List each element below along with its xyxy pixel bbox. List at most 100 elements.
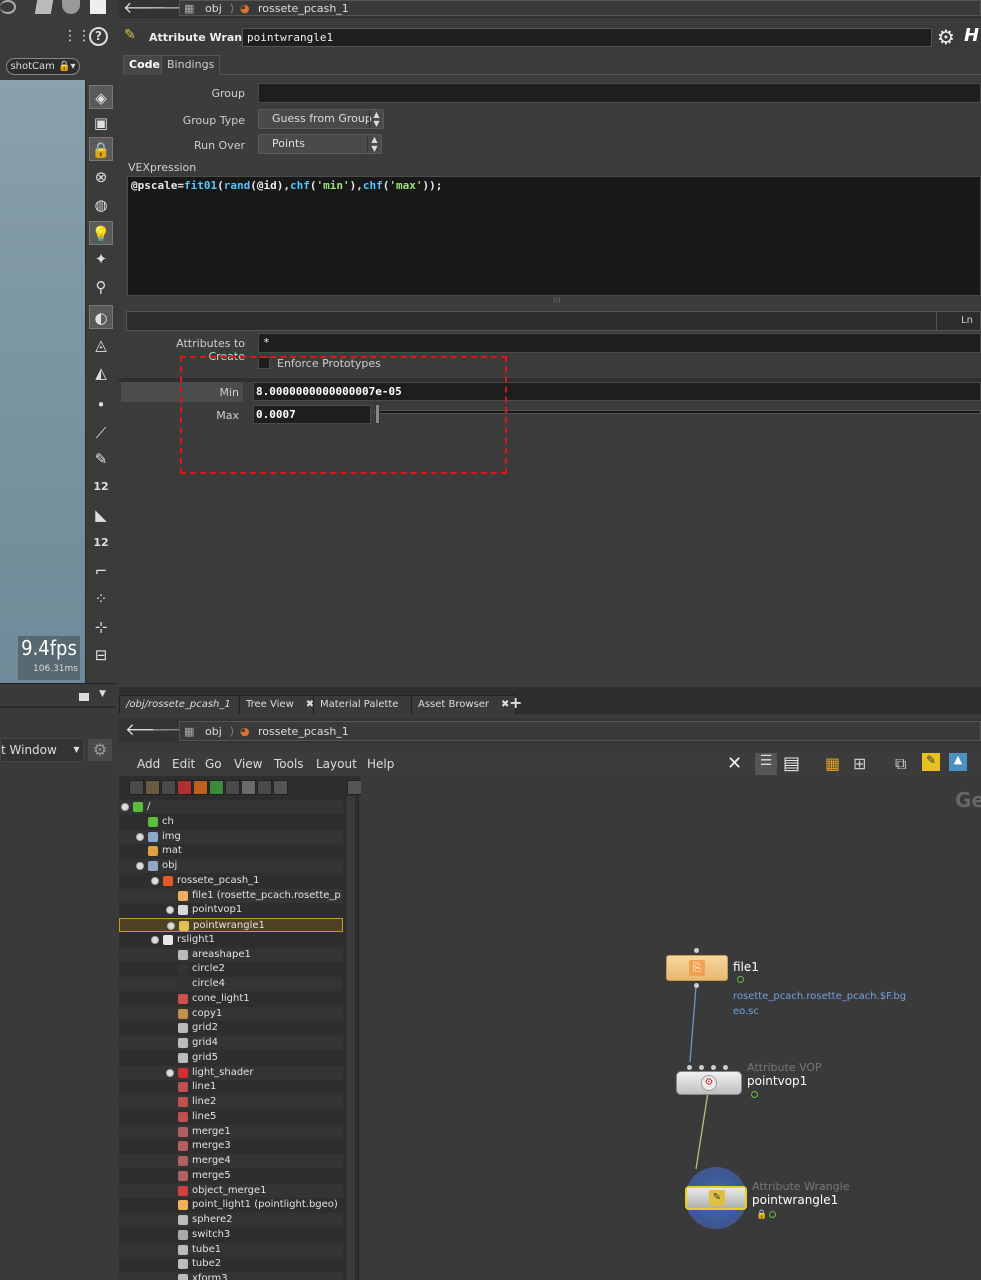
menu-add[interactable]: Add — [137, 755, 160, 773]
help-icon[interactable]: ? — [89, 27, 108, 46]
numbers-icon[interactable]: 12 — [89, 475, 113, 499]
tree-item[interactable]: mat — [119, 844, 343, 858]
node-output[interactable] — [694, 983, 699, 988]
snap-icon[interactable]: ⊹ — [89, 615, 113, 639]
run-over-menu[interactable]: Points ▲ ▼ — [258, 134, 382, 154]
sphere-tool-icon[interactable] — [62, 0, 80, 14]
filter-icon[interactable] — [129, 780, 144, 795]
pen-icon[interactable]: ✎ — [89, 447, 113, 471]
display-options-icon[interactable]: ◈ — [89, 85, 113, 109]
tab-tree-view[interactable]: Tree View ✖ — [239, 695, 322, 714]
tree-item[interactable]: line5 — [119, 1110, 343, 1124]
tree-item[interactable]: grid5 — [119, 1051, 343, 1065]
lightbulb-icon[interactable]: 💡 — [89, 221, 113, 245]
expand-toggle-icon[interactable] — [167, 922, 175, 930]
breadcrumb-obj[interactable]: obj — [205, 1, 222, 17]
tab-network[interactable]: /obj/rossete_pcash_1✖ — [119, 695, 259, 714]
menu-tools[interactable]: Tools — [274, 755, 304, 773]
numbers-eraser-icon[interactable]: 12 — [89, 531, 113, 555]
node-input[interactable] — [694, 948, 699, 953]
tree-item[interactable]: obj — [119, 859, 343, 873]
eye-visibility-icon[interactable]: ◭ — [89, 361, 113, 385]
color-palette-icon[interactable]: ▦ — [825, 754, 840, 773]
chevron-down-icon[interactable]: ▼ — [99, 689, 106, 699]
curve-icon[interactable]: ⌐ — [89, 559, 113, 583]
tree-item[interactable]: ch — [119, 815, 343, 829]
tree-item[interactable]: img — [119, 829, 343, 844]
handles-icon[interactable]: ⋮⋮ — [63, 28, 91, 44]
filter-icon[interactable] — [193, 780, 208, 795]
tree-item[interactable]: rossete_pcash_1 — [119, 874, 343, 888]
menu-go[interactable]: Go — [205, 755, 222, 773]
lock-camera-icon[interactable]: 🔒 — [89, 137, 113, 161]
tree-item[interactable]: tube2 — [119, 1257, 343, 1271]
tree-item[interactable]: pointvop1 — [119, 903, 343, 917]
white-square-icon[interactable] — [79, 693, 89, 701]
expand-toggle-icon[interactable] — [151, 876, 159, 885]
expand-toggle-icon[interactable] — [136, 832, 144, 841]
network-box-icon[interactable]: ⧉ — [895, 754, 906, 774]
menu-layout[interactable]: Layout — [316, 755, 357, 773]
eye-tool-icon[interactable]: ◬ — [89, 333, 113, 357]
tree-item[interactable]: merge4 — [119, 1154, 343, 1168]
light-linker-icon[interactable]: ⚲ — [89, 275, 113, 299]
filter-icon[interactable] — [161, 780, 176, 795]
tree-item[interactable]: merge3 — [119, 1139, 343, 1153]
expand-toggle-icon[interactable] — [121, 803, 129, 811]
attributes-field[interactable]: * — [258, 333, 981, 353]
tab-asset-browser[interactable]: Asset Browser ✖ — [411, 695, 517, 714]
tree-item[interactable]: merge1 — [119, 1124, 343, 1139]
node-input[interactable] — [699, 1065, 704, 1070]
tree-item[interactable]: line2 — [119, 1095, 343, 1109]
gear-icon[interactable]: ⚙ — [88, 739, 112, 761]
tree-item[interactable]: point_light1 (pointlight.bgeo) — [119, 1198, 343, 1212]
node-input[interactable] — [687, 1065, 692, 1070]
close-circle-icon[interactable]: ⊗ — [89, 165, 113, 189]
tab-material-palette[interactable]: Material Palette✖ — [313, 695, 426, 714]
tree-item[interactable]: grid2 — [119, 1021, 343, 1035]
tree-item[interactable]: grid4 — [119, 1036, 343, 1050]
menu-edit[interactable]: Edit — [172, 755, 195, 773]
resize-grip-icon[interactable]: ⁝⁝⁝ — [553, 297, 563, 308]
tree-item[interactable]: file1 (rosette_pcach.rosette_p — [119, 888, 343, 903]
expand-toggle-icon[interactable] — [166, 906, 174, 915]
white-square-icon[interactable] — [90, 0, 106, 14]
shading-ball-icon[interactable]: ◐ — [89, 305, 113, 329]
tab-code[interactable]: Code — [123, 55, 166, 75]
tree-item[interactable]: light_shader — [119, 1065, 343, 1080]
tree-item[interactable]: areashape1 — [119, 947, 343, 962]
filter-icon[interactable] — [241, 780, 256, 795]
grid-icon[interactable]: ⊞ — [853, 754, 866, 773]
filter-icon[interactable] — [273, 780, 288, 795]
tree-item[interactable]: switch3 — [119, 1228, 343, 1242]
tree-list-icon[interactable]: ☰ — [755, 753, 777, 775]
filter-icon[interactable] — [257, 780, 272, 795]
grid-toggle-icon[interactable]: ⊟ — [89, 643, 113, 667]
tree-item[interactable]: rslight1 — [119, 933, 343, 947]
tab-bindings[interactable]: Bindings — [161, 55, 221, 75]
filter-icon[interactable] — [145, 780, 160, 795]
camera-menu[interactable]: shotCam 🔒▾ — [6, 58, 80, 75]
tree-item[interactable]: cone_light1 — [119, 992, 343, 1006]
ghost-icon[interactable]: ◍ — [89, 193, 113, 217]
tree-item[interactable]: object_merge1 — [119, 1183, 343, 1198]
tree-scrollbar[interactable] — [345, 796, 355, 1280]
vexpression-editor[interactable]: @pscale=fit01(rand(@id),chf('min'),chf('… — [127, 176, 981, 296]
point-icon[interactable]: • — [89, 393, 113, 417]
node-input[interactable] — [711, 1065, 716, 1070]
menu-help[interactable]: Help — [367, 755, 394, 773]
tools-icon[interactable]: ✕ — [727, 753, 742, 774]
pointvop1-node[interactable]: ⚙ — [676, 1071, 742, 1095]
template-icon[interactable]: ▣ — [89, 111, 113, 135]
filter-icon[interactable] — [209, 780, 224, 795]
network-canvas[interactable]: Ge ⎘ file1 rosette_pcach.rosette_pcach.$… — [361, 776, 981, 1280]
tree-item[interactable]: tube1 — [119, 1242, 343, 1257]
tree-item[interactable]: copy1 — [119, 1006, 343, 1021]
group-field[interactable] — [258, 83, 981, 103]
scatter-icon[interactable]: ⁘ — [89, 587, 113, 611]
add-tab-icon[interactable]: + — [509, 693, 522, 712]
brush-icon[interactable]: ⟋ — [89, 421, 113, 445]
tree-item[interactable]: merge5 — [119, 1169, 343, 1183]
filter-icon[interactable] — [177, 780, 192, 795]
tree-item[interactable]: sphere2 — [119, 1213, 343, 1227]
